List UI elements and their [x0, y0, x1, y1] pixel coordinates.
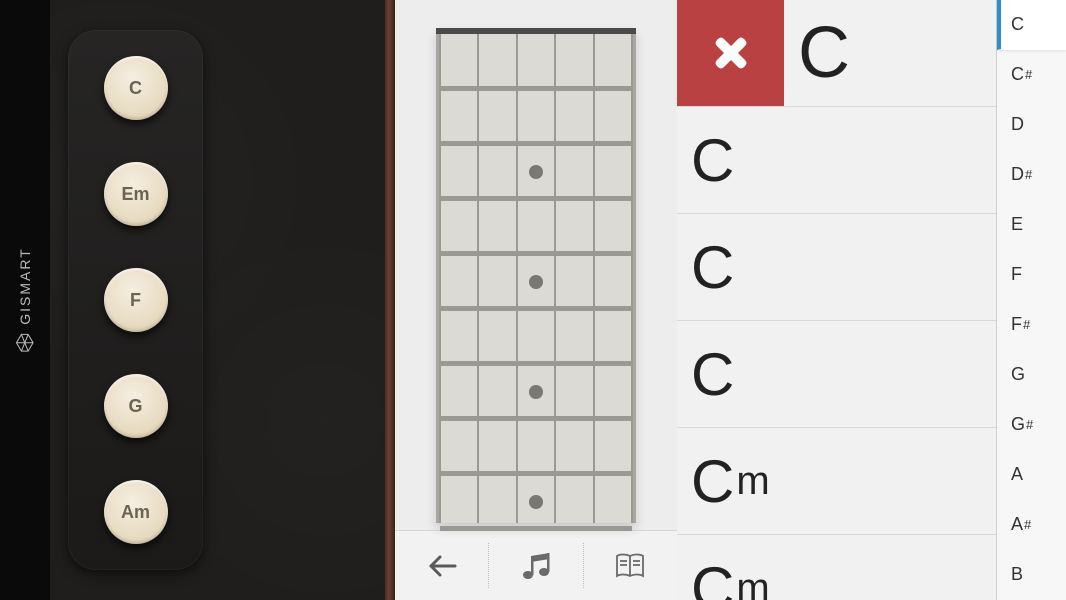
chord-button-f[interactable]: F [104, 268, 168, 332]
music-note-icon [520, 551, 552, 581]
sharp-symbol: # [1026, 417, 1033, 432]
root-note-d[interactable]: D [997, 100, 1066, 150]
root-note-label: C [1011, 14, 1024, 35]
chord-variant-row[interactable]: C [677, 321, 996, 428]
chord-variant-row[interactable]: Cm [677, 428, 996, 535]
root-note-d-sharp[interactable]: D# [997, 150, 1066, 200]
chord-list-header: C [677, 0, 996, 107]
root-note-label: D [1011, 114, 1024, 135]
fretboard-area [395, 0, 677, 600]
root-note-index: CC#DD#EFF#GG#AA#B [996, 0, 1066, 600]
root-note-c-sharp[interactable]: C# [997, 50, 1066, 100]
root-note-g[interactable]: G [997, 350, 1066, 400]
string [554, 34, 556, 523]
fretboard-wrap [395, 0, 677, 530]
fret-wire [440, 196, 632, 201]
music-button[interactable] [489, 531, 582, 600]
close-icon [705, 27, 757, 79]
root-note-g-sharp[interactable]: G# [997, 400, 1066, 450]
root-note-f[interactable]: F [997, 250, 1066, 300]
back-button[interactable] [395, 531, 488, 600]
brand-strip: GISMART [0, 0, 50, 600]
fretboard-toolbar [395, 530, 677, 600]
chord-variant-suffix: m [736, 459, 769, 504]
chord-variant-row[interactable]: C [677, 214, 996, 321]
root-note-label: D [1011, 164, 1024, 185]
chord-variant-label: C [691, 233, 734, 302]
close-button[interactable] [677, 0, 784, 106]
wood-edge [385, 0, 395, 600]
fret-wire [440, 471, 632, 476]
fret-wire [440, 416, 632, 421]
fret-marker-dot [529, 495, 543, 509]
chord-variant-suffix: m [736, 566, 769, 600]
string [477, 34, 479, 523]
chord-variant-label: C [691, 340, 734, 409]
chord-book-button[interactable] [584, 531, 677, 600]
chord-button-stack: C Em FG Am [68, 30, 203, 570]
chord-variant-label: C [691, 126, 734, 195]
root-note-label: F [1011, 314, 1022, 335]
brand-logo-icon [15, 333, 35, 353]
sharp-symbol: # [1023, 317, 1030, 332]
brand-text: GISMART [17, 247, 33, 325]
root-note-c[interactable]: C [997, 0, 1066, 50]
root-note-label: G [1011, 364, 1025, 385]
root-note-label: G [1011, 414, 1025, 435]
root-note-label: B [1011, 564, 1023, 585]
chord-variant-label: C [691, 554, 734, 600]
brand-label: GISMART [15, 247, 35, 353]
fret-wire [440, 361, 632, 366]
fret-wire [440, 251, 632, 256]
sharp-symbol: # [1025, 67, 1032, 82]
chord-variant-label: C [691, 447, 734, 516]
sharp-symbol: # [1025, 167, 1032, 182]
root-note-label: A [1011, 514, 1023, 535]
root-note-a[interactable]: A [997, 450, 1066, 500]
fretboard[interactable] [436, 28, 636, 523]
fret-marker-dot [529, 165, 543, 179]
root-note-e[interactable]: E [997, 200, 1066, 250]
chord-button-panel: C Em FG Am [50, 0, 395, 600]
string [593, 34, 595, 523]
selected-chord-label: C [784, 0, 996, 106]
chord-variant-list: C CCCCmCm [677, 0, 996, 600]
chord-button-am[interactable]: Am [104, 480, 168, 544]
chord-book-icon [614, 552, 646, 580]
fret-marker-dot [529, 385, 543, 399]
sharp-symbol: # [1024, 517, 1031, 532]
chord-variant-row[interactable]: Cm [677, 535, 996, 600]
fret-wire [440, 141, 632, 146]
chord-variant-row[interactable]: C [677, 107, 996, 214]
chord-button-em[interactable]: Em [104, 162, 168, 226]
root-note-a-sharp[interactable]: A# [997, 500, 1066, 550]
string [439, 34, 441, 523]
fret-wire [440, 306, 632, 311]
root-note-label: A [1011, 464, 1023, 485]
string [631, 34, 633, 523]
root-note-label: F [1011, 264, 1022, 285]
string [516, 34, 518, 523]
fret-marker-dot [529, 275, 543, 289]
root-note-b[interactable]: B [997, 550, 1066, 600]
chord-button-g[interactable]: G [104, 374, 168, 438]
root-note-label: E [1011, 214, 1023, 235]
root-note-f-sharp[interactable]: F# [997, 300, 1066, 350]
chord-button-c[interactable]: C [104, 56, 168, 120]
fret-wire [440, 86, 632, 91]
root-note-label: C [1011, 64, 1024, 85]
back-arrow-icon [425, 552, 459, 580]
